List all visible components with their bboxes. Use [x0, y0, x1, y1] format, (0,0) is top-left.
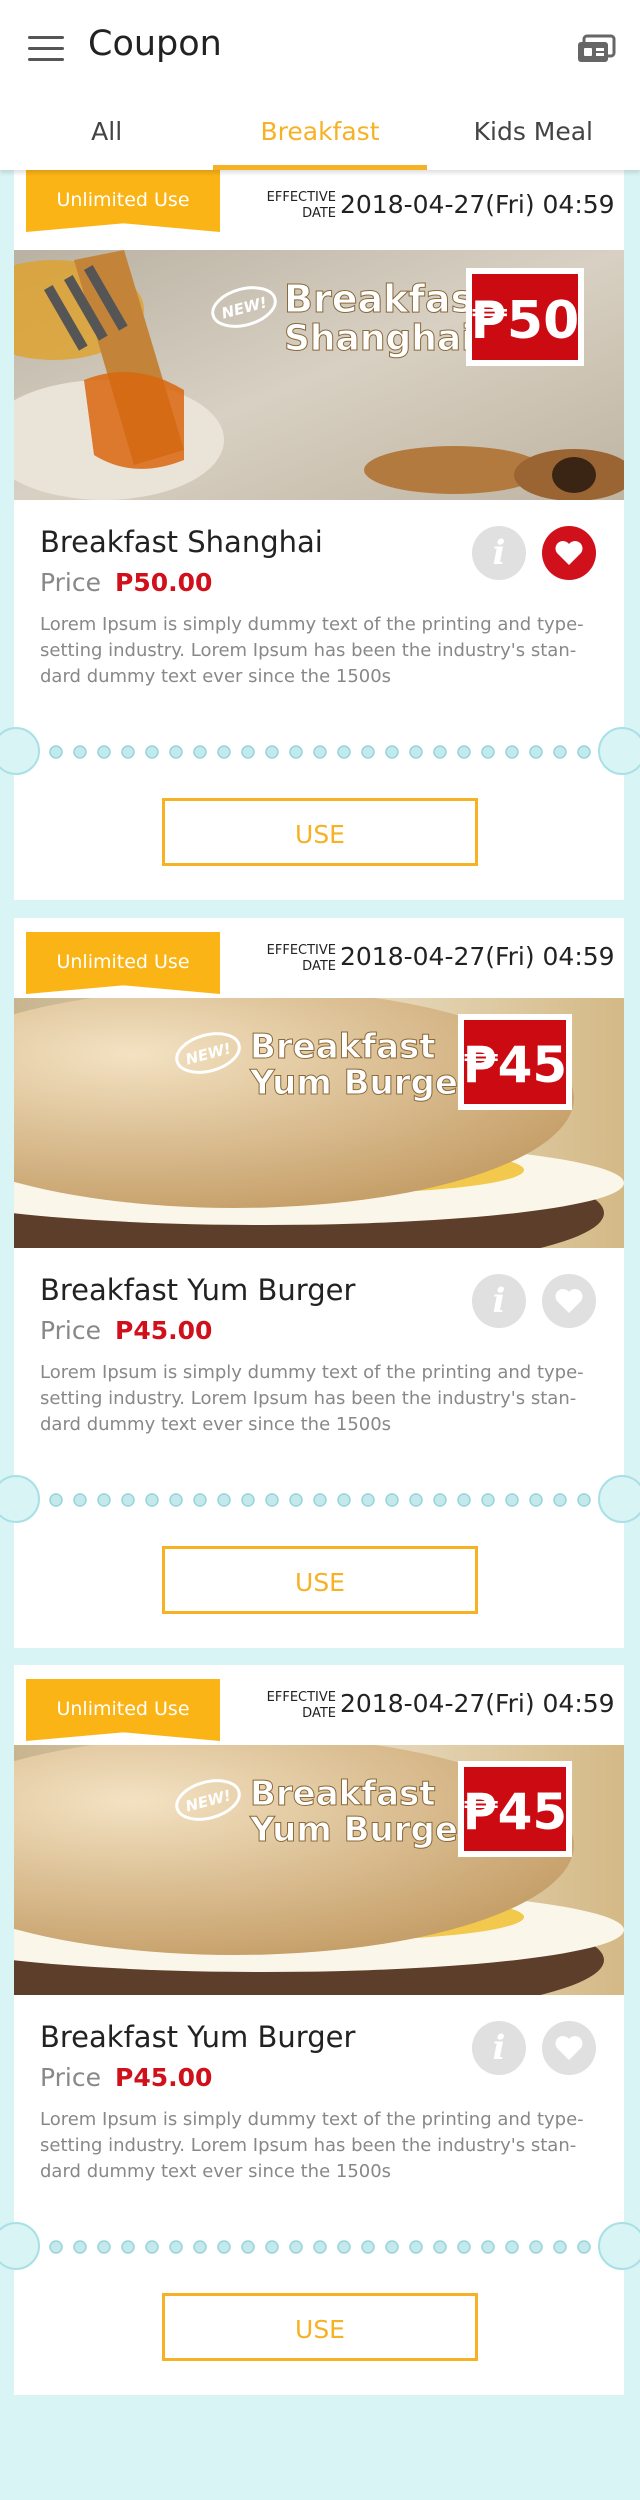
- price-row: Price P45.00: [40, 1316, 212, 1345]
- price-value: P45.00: [115, 1316, 213, 1345]
- coupon-description: Lorem Ipsum is simply dummy text of the …: [40, 614, 584, 687]
- price-label: Price: [40, 568, 101, 597]
- price-value: P45.00: [115, 2063, 213, 2092]
- heart-icon[interactable]: [542, 526, 596, 580]
- banner-price-tag: ₱45: [463, 1036, 567, 1094]
- coupon-wallet-icon[interactable]: [576, 34, 618, 64]
- coupon-banner-image[interactable]: NEW! Breakfast Yum Burger ₱45: [14, 998, 624, 1248]
- perforation-divider: [49, 1493, 591, 1507]
- effective-date: 2018-04-27(Fri) 04:59: [340, 190, 615, 219]
- page-title: Coupon: [88, 24, 222, 64]
- heart-icon[interactable]: [542, 2021, 596, 2075]
- effective-date-label: EFFECTIVE DATE: [266, 1690, 336, 1721]
- coupon-card: Unlimited Use EFFECTIVE DATE 2018-04-27(…: [0, 170, 640, 900]
- banner-price-tag: ₱45: [463, 1783, 567, 1841]
- coupon-banner-image[interactable]: NEW! Breakfast Yum Burger ₱45: [14, 1745, 624, 1995]
- price-label: Price: [40, 2063, 101, 2092]
- category-tabs: All Breakfast Kids Meal: [0, 100, 640, 170]
- info-icon[interactable]: i: [472, 1274, 526, 1328]
- price-row: Price P45.00: [40, 2063, 212, 2092]
- unlimited-use-badge: Unlimited Use: [26, 170, 220, 232]
- coupon-description: Lorem Ipsum is simply dummy text of the …: [40, 1362, 584, 1435]
- tab-all[interactable]: All: [0, 100, 213, 170]
- price-label: Price: [40, 1316, 101, 1345]
- coupon-item-name: Breakfast Yum Burger: [40, 2020, 356, 2054]
- heart-icon[interactable]: [542, 1274, 596, 1328]
- use-button[interactable]: USE: [162, 1546, 478, 1614]
- app-header: Coupon All Breakfast Kids Meal: [0, 0, 640, 170]
- use-button[interactable]: USE: [162, 798, 478, 866]
- banner-price-tag: ₱50: [471, 291, 580, 351]
- coupon-item-name: Breakfast Yum Burger: [40, 1273, 356, 1307]
- banner-title-line2: Yum Burger: [249, 1063, 475, 1103]
- banner-title-line1: Breakfast: [284, 277, 491, 321]
- banner-title-line1: Breakfast: [250, 1027, 436, 1067]
- tab-kids-meal[interactable]: Kids Meal: [427, 100, 640, 170]
- effective-date: 2018-04-27(Fri) 04:59: [340, 942, 615, 971]
- effective-date: 2018-04-27(Fri) 04:59: [340, 1689, 615, 1718]
- unlimited-use-badge: Unlimited Use: [26, 932, 220, 994]
- perforation-divider: [49, 745, 591, 759]
- coupon-banner-image[interactable]: NEW! Breakfast Shanghai ₱50: [14, 250, 624, 500]
- hamburger-menu-icon[interactable]: [28, 36, 64, 62]
- banner-title-line2: Yum Burger: [249, 1810, 475, 1850]
- coupon-card: Unlimited Use EFFECTIVE DATE 2018-04-27(…: [0, 918, 640, 1648]
- effective-date-label: EFFECTIVE DATE: [266, 943, 336, 974]
- use-button[interactable]: USE: [162, 2293, 478, 2361]
- effective-date-label: EFFECTIVE DATE: [266, 190, 336, 221]
- info-icon[interactable]: i: [472, 526, 526, 580]
- price-value: P50.00: [115, 568, 213, 597]
- tab-breakfast[interactable]: Breakfast: [213, 100, 427, 170]
- unlimited-use-badge: Unlimited Use: [26, 1679, 220, 1741]
- perforation-divider: [49, 2240, 591, 2254]
- price-row: Price P50.00: [40, 568, 212, 597]
- coupon-card: Unlimited Use EFFECTIVE DATE 2018-04-27(…: [0, 1665, 640, 2395]
- coupon-description: Lorem Ipsum is simply dummy text of the …: [40, 2109, 584, 2182]
- banner-title-line1: Breakfast: [250, 1774, 436, 1814]
- coupon-item-name: Breakfast Shanghai: [40, 525, 323, 559]
- info-icon[interactable]: i: [472, 2021, 526, 2075]
- banner-title-line2: Shanghai: [284, 318, 474, 359]
